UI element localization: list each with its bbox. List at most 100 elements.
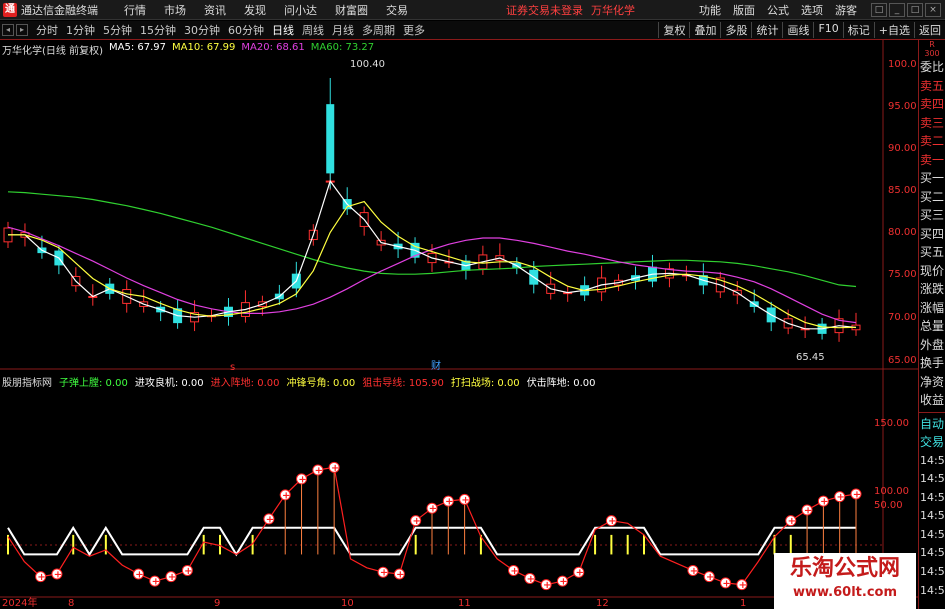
legend-ma60: MA60: 73.27 [310, 42, 375, 53]
chart-canvas[interactable]: + + + + + + + + + + + + + + + + + + + + + + + + + + + + + + + + 100.0 9… [0, 40, 918, 609]
indicator-legend: 股朋指标网 子弹上膛: 0.00 进攻良机: 0.00 进入阵地: 0.00 冲… [2, 374, 596, 389]
menu-item-gongshi[interactable]: 公式 [767, 2, 789, 18]
tool-fuquan[interactable]: 复权 [658, 22, 689, 38]
auto-button[interactable]: 自动 [919, 415, 945, 434]
app-logo-icon: 通 [3, 2, 17, 17]
plus-glyph: + [804, 506, 812, 517]
menu-item-hangqing[interactable]: 行情 [124, 2, 146, 18]
plus-glyph: + [298, 474, 306, 485]
maximize-icon[interactable]: □ [907, 2, 923, 17]
forward-arrow-icon[interactable]: ▸ [16, 24, 28, 36]
back-button[interactable]: 返回 [914, 22, 945, 38]
high-annotation: 100.40 [350, 59, 385, 70]
login-warning[interactable]: 证券交易未登录 [506, 2, 583, 18]
add-watchlist-button[interactable]: +自选 [873, 22, 914, 38]
period-multi[interactable]: 多周期 [362, 22, 395, 38]
period-weekly[interactable]: 周线 [302, 22, 324, 38]
watermark-title: 乐淘公式网 [789, 555, 900, 581]
main-legend: 万华化学(日线 前复权) MA5: 67.97 MA10: 67.99 MA20… [2, 42, 374, 57]
plus-glyph: + [445, 497, 453, 508]
tool-duogu[interactable]: 多股 [720, 22, 751, 38]
menu-item-banmian[interactable]: 版面 [733, 2, 755, 18]
kline-chart-area[interactable]: + + + + + + + + + + + + + + + + + + + + + + + + + + + + + + + + 100.0 9… [0, 40, 945, 609]
ma60-line [7, 191, 857, 288]
plus-glyph: + [54, 570, 62, 581]
candlestick-series [3, 78, 861, 342]
guest-login[interactable]: 游客 [835, 2, 857, 18]
side-item-buy4: 买四 [920, 226, 945, 241]
indicator-series: + + + + + + + + + + + + + + + + + + + + + + + + + + + + + + + + [7, 461, 862, 591]
period-monthly[interactable]: 月线 [332, 22, 354, 38]
current-stock-name: 万华化学 [591, 3, 635, 17]
side-item-sell5: 卖五 [920, 78, 945, 93]
side-item-sell4: 卖四 [920, 97, 945, 111]
period-15min[interactable]: 15分钟 [140, 22, 176, 38]
candle-body [326, 104, 335, 174]
plus-glyph: + [788, 516, 796, 527]
side-item-buy2: 买二 [920, 189, 945, 204]
price-tick: 90.00 [888, 143, 917, 154]
plus-glyph: + [184, 566, 192, 577]
price-tick: 85.00 [888, 185, 917, 196]
tick-time: 14:56 [920, 565, 945, 579]
plus-glyph: + [315, 466, 323, 477]
tool-diejia[interactable]: 叠加 [689, 22, 720, 38]
plus-glyph: + [559, 577, 567, 588]
menu-item-wenxiaoda[interactable]: 问小达 [284, 2, 317, 18]
side-item-buy3: 买三 [920, 208, 945, 222]
plus-glyph: + [706, 572, 714, 583]
sub-tick: 150.00 [874, 418, 909, 429]
side-item-earnings: 收益 [920, 393, 945, 407]
tool-tongji[interactable]: 统计 [751, 22, 782, 38]
plus-glyph: + [820, 497, 828, 508]
sub-tick: 50.00 [874, 500, 903, 511]
period-30min[interactable]: 30分钟 [184, 22, 220, 38]
sub-tick: 100.00 [874, 486, 909, 497]
side-item-pct: 涨幅 [920, 300, 945, 315]
legend-chongfeng: 冲锋号角: 0.00 [286, 378, 356, 389]
marker-s: s [230, 362, 235, 373]
date-tick: 1 [740, 598, 746, 609]
chart-title: 万华化学(日线 前复权) [2, 46, 103, 57]
menu-item-gongneng[interactable]: 功能 [699, 2, 721, 18]
period-5min[interactable]: 5分钟 [103, 22, 132, 38]
menu-item-faxian[interactable]: 发现 [244, 2, 266, 18]
tool-f10[interactable]: F10 [813, 22, 842, 38]
period-fenshi[interactable]: 分时 [36, 22, 58, 38]
close-icon[interactable]: × [925, 2, 941, 17]
period-60min[interactable]: 60分钟 [228, 22, 264, 38]
period-more[interactable]: 更多 [403, 22, 425, 38]
tool-biaoji[interactable]: 标记 [842, 22, 874, 38]
plus-glyph: + [836, 492, 844, 503]
marker-cai: 财 [431, 359, 441, 372]
price-tick: 80.00 [888, 227, 917, 238]
period-daily[interactable]: 日线 [272, 22, 294, 38]
trade-button[interactable]: 交易 [919, 433, 945, 452]
side-item-price: 现价 [920, 263, 945, 278]
side-item-change: 涨跌 [920, 282, 945, 296]
minimize-icon[interactable]: _ [889, 2, 905, 17]
legend-jingong: 进攻良机: 0.00 [134, 378, 204, 389]
menu-item-xuanxiang[interactable]: 选项 [801, 2, 823, 18]
menu-item-caifuquan[interactable]: 财富圈 [335, 2, 368, 18]
price-tick: 70.00 [888, 312, 917, 323]
watermark-url: www.60lt.com [792, 585, 898, 600]
back-arrow-icon[interactable]: ◂ [2, 24, 14, 36]
menu-item-shichang[interactable]: 市场 [164, 2, 186, 18]
period-1min[interactable]: 1分钟 [66, 22, 95, 38]
tick-time: 14:56 [920, 546, 945, 560]
restore-window-icon[interactable]: □ [871, 2, 887, 17]
plus-glyph: + [690, 566, 698, 577]
tool-huaxian[interactable]: 画线 [782, 22, 813, 38]
menu-item-jiaoyi[interactable]: 交易 [386, 2, 408, 18]
legend-dasao: 打扫战场: 0.00 [450, 378, 520, 389]
legend-jiji: 狙击导线: 105.90 [362, 378, 444, 389]
plus-glyph: + [853, 490, 861, 501]
indicator-name[interactable]: 股朋指标网 [2, 374, 52, 389]
side-item-sell3: 卖三 [920, 115, 945, 130]
plus-glyph: + [722, 578, 730, 589]
date-tick: 11 [458, 598, 471, 609]
side-item-volume: 总量 [920, 319, 945, 333]
period-toolbar: ◂ ▸ 分时 1分钟 5分钟 15分钟 30分钟 60分钟 日线 周线 月线 多… [0, 21, 945, 40]
menu-item-zixun[interactable]: 资讯 [204, 2, 226, 18]
